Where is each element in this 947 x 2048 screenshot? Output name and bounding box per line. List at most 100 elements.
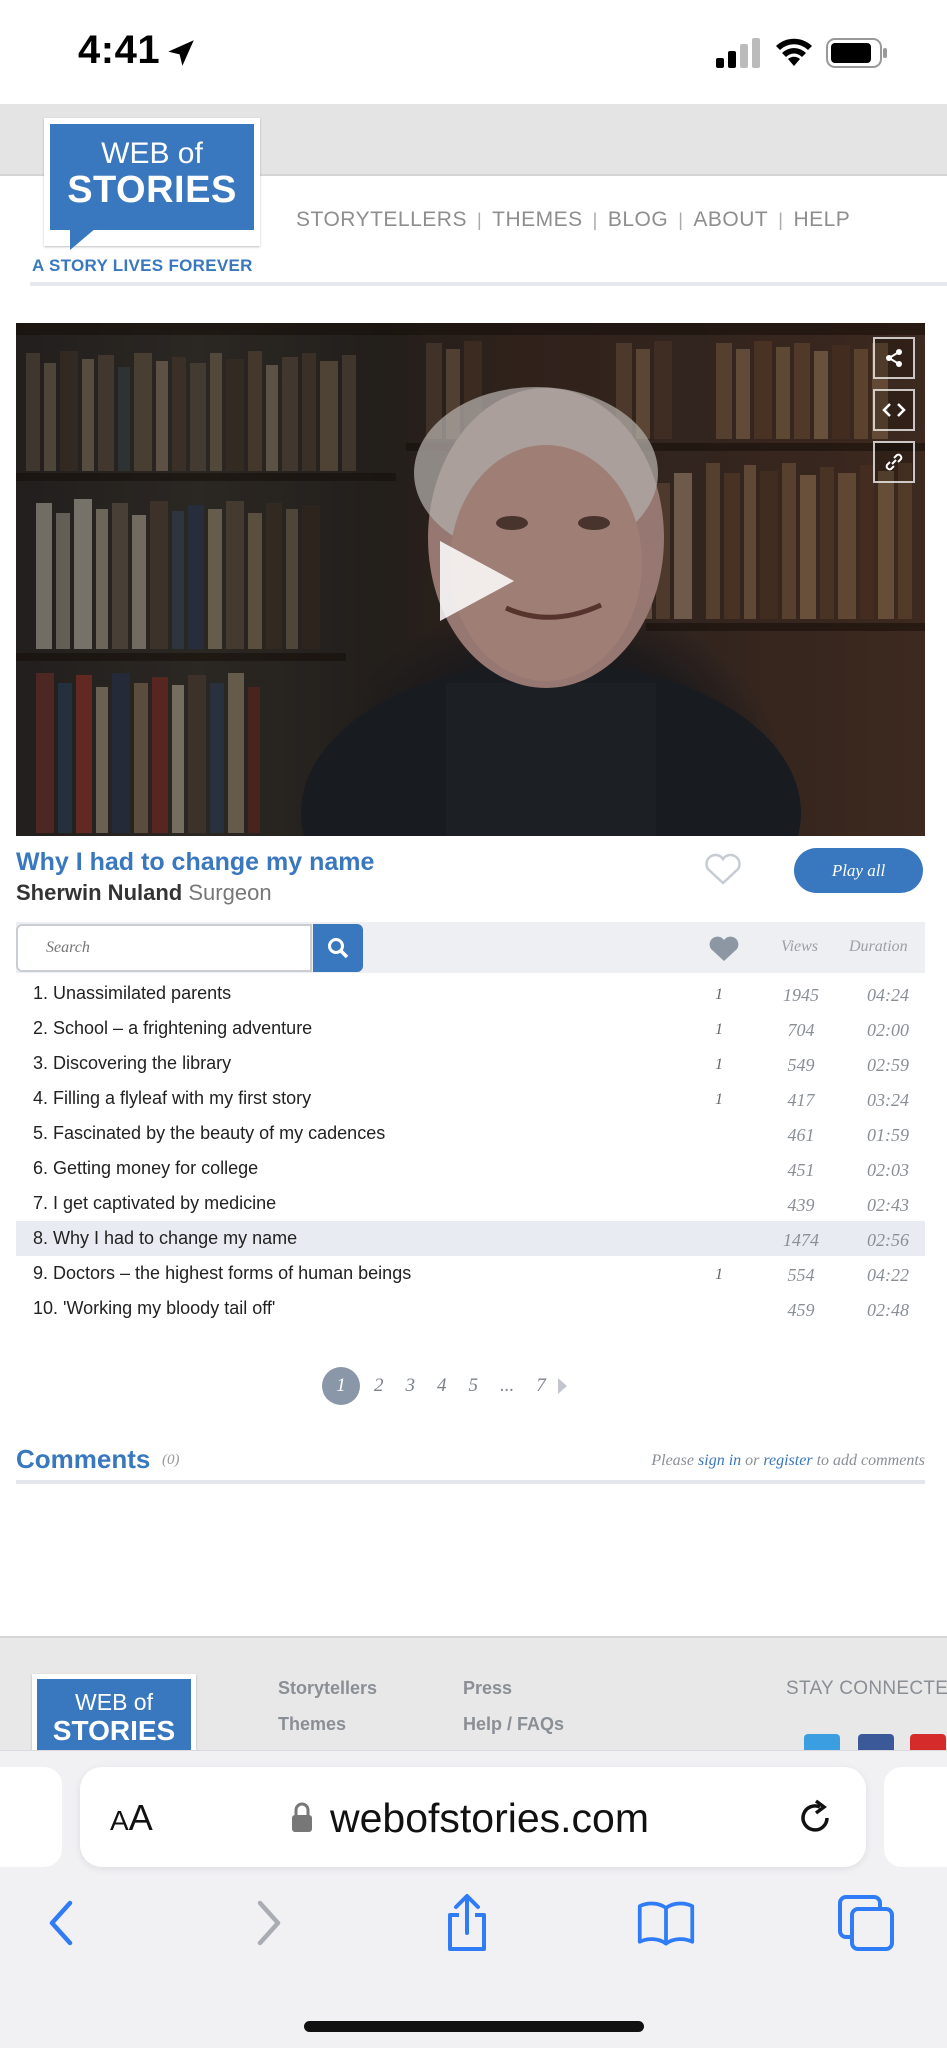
views-count: 704 [787,1020,815,1040]
previous-tab-preview[interactable] [0,1767,62,1867]
duration: 02:00 [867,1020,909,1040]
storyteller-name[interactable]: Sherwin Nuland [16,880,182,905]
story-link[interactable]: 6. Getting money for college [33,1158,258,1179]
facebook-icon[interactable] [858,1734,894,1750]
site-logo[interactable]: WEB of STORIES [44,118,260,250]
table-row[interactable]: 4. Filling a flyleaf with my first story… [16,1081,925,1116]
table-row[interactable]: 9. Doctors – the highest forms of human … [16,1256,925,1291]
tabs-icon [838,1895,894,1951]
storyteller-role: Surgeon [188,880,272,905]
search-button[interactable] [313,924,363,972]
duration-column-header: Duration [849,938,908,955]
status-bar: 4:41 [0,0,947,104]
lock-icon [292,1802,312,1832]
embed-icon[interactable] [873,389,915,431]
page-7[interactable]: 7 [536,1375,546,1397]
address-bar[interactable]: AA webofstories.com [80,1767,866,1867]
page-5[interactable]: 5 [469,1375,479,1397]
table-row[interactable]: 1. Unassimilated parents 1 1945 04:24 [16,976,925,1011]
story-link[interactable]: 1. Unassimilated parents [33,983,231,1004]
youtube-icon[interactable] [910,1734,946,1750]
duration: 01:59 [867,1125,909,1145]
playlist-header: Views Duration [16,922,925,973]
story-link[interactable]: 9. Doctors – the highest forms of human … [33,1263,411,1284]
footer-link-themes[interactable]: Themes [278,1714,346,1735]
next-tab-preview[interactable] [884,1767,947,1867]
pagination: 1 2 3 4 5 ... 7 [322,1366,567,1406]
likes-count: 1 [715,1091,723,1108]
link-icon[interactable] [873,441,915,483]
share-button[interactable] [437,1893,497,1953]
table-row[interactable]: 7. I get captivated by medicine 439 02:43 [16,1186,925,1221]
forward-button[interactable] [238,1893,298,1953]
table-row[interactable]: 3. Discovering the library 1 549 02:59 [16,1046,925,1081]
table-row[interactable]: 6. Getting money for college 451 02:03 [16,1151,925,1186]
duration: 02:56 [867,1230,909,1250]
views-count: 1474 [783,1230,819,1250]
stay-connected-heading: STAY CONNECTE [786,1678,947,1699]
story-link[interactable]: 4. Filling a flyleaf with my first story [33,1088,311,1109]
likes-count: 1 [715,1021,723,1038]
nav-storytellers[interactable]: STORYTELLERS [296,208,467,232]
table-row[interactable]: 10. 'Working my bloody tail off' 459 02:48 [16,1291,925,1326]
page-4[interactable]: 4 [437,1375,447,1397]
sign-in-link[interactable]: sign in [698,1452,741,1469]
page-2[interactable]: 2 [374,1375,384,1397]
story-link[interactable]: 3. Discovering the library [33,1053,231,1074]
nav-themes[interactable]: THEMES [492,208,583,232]
back-button[interactable] [32,1893,92,1953]
story-link[interactable]: 10. 'Working my bloody tail off' [33,1298,275,1319]
video-player[interactable] [16,323,925,836]
site-header: WEB of STORIES A STORY LIVES FOREVER STO… [0,104,947,290]
footer-link-storytellers[interactable]: Storytellers [278,1678,377,1699]
table-row[interactable]: 2. School – a frightening adventure 1 704 0… [16,1011,925,1046]
views-count: 451 [787,1160,815,1180]
bookmarks-button[interactable] [636,1893,696,1953]
views-count: 439 [787,1195,815,1215]
text-size-button[interactable]: AA [110,1797,153,1839]
story-link[interactable]: 2. School – a frightening adventure [33,1018,312,1039]
favorite-heart-icon[interactable] [704,852,742,886]
location-arrow-icon [168,40,194,66]
footer-link-press[interactable]: Press [463,1678,512,1699]
logo-line2: STORIES [67,169,237,211]
twitter-icon[interactable] [804,1734,840,1750]
nav-about[interactable]: ABOUT [693,208,768,232]
page-3[interactable]: 3 [406,1375,416,1397]
views-count: 461 [787,1125,815,1145]
likes-heart-icon [709,936,739,961]
reload-icon[interactable] [794,1797,836,1839]
likes-count: 1 [715,1056,723,1073]
page-1[interactable]: 1 [322,1367,360,1405]
share-icon[interactable] [873,337,915,379]
likes-count: 1 [715,1266,723,1283]
search-input[interactable] [16,924,312,972]
story-link[interactable]: 8. Why I had to change my name [33,1228,297,1249]
play-icon[interactable] [440,541,514,621]
story-link[interactable]: 5. Fascinated by the beauty of my cadenc… [33,1123,385,1144]
tabs-button[interactable] [836,1893,896,1953]
url-text: webofstories.com [330,1795,650,1841]
likes-count: 1 [715,986,723,1003]
browser-toolbar: AA webofstories.com [0,1750,947,2048]
footer-link-help[interactable]: Help / FAQs [463,1714,564,1735]
table-row-current[interactable]: 8. Why I had to change my name 1474 02:56 [16,1221,925,1256]
page-ellipsis: ... [500,1375,515,1396]
wifi-icon [776,38,812,66]
nav-blog[interactable]: BLOG [608,208,668,232]
site-tagline: A STORY LIVES FOREVER [32,256,253,275]
views-count: 1945 [783,985,819,1005]
next-page-icon[interactable] [557,1378,567,1394]
duration: 04:24 [867,985,909,1005]
views-count: 417 [787,1090,815,1110]
nav-help[interactable]: HELP [793,208,850,232]
footer-logo[interactable]: WEB of STORIES [32,1674,196,1750]
table-row[interactable]: 5. Fascinated by the beauty of my cadenc… [16,1116,925,1151]
play-all-button[interactable]: Play all [794,848,923,893]
story-link[interactable]: 7. I get captivated by medicine [33,1193,276,1214]
site-footer: WEB of STORIES Storytellers Themes Press… [0,1636,947,1750]
comments-login-note: Please sign in or register to add commen… [651,1452,925,1469]
views-count: 554 [787,1265,815,1285]
search-icon [328,938,349,959]
register-link[interactable]: register [763,1452,812,1469]
